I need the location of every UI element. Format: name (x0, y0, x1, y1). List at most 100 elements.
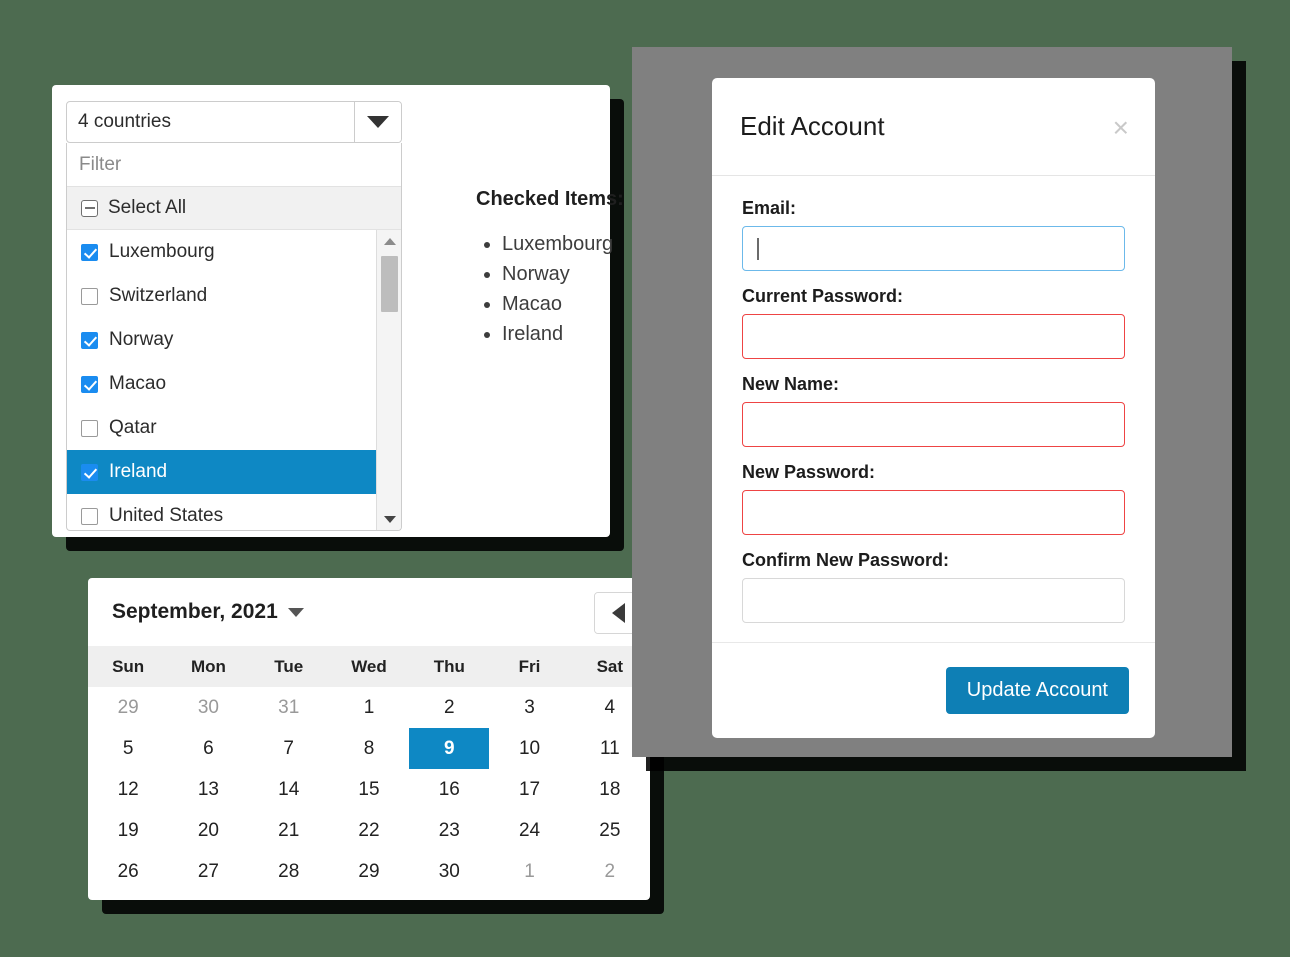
scrollbar-down-button[interactable] (377, 508, 401, 530)
calendar-week-row: 19 20 21 22 23 24 25 (88, 810, 650, 851)
checked-items-section: Checked Items: LuxembourgNorwayMacaoIrel… (476, 188, 656, 349)
calendar-day[interactable]: 29 (329, 851, 409, 892)
calendar-day[interactable]: 10 (489, 728, 569, 769)
calendar-day[interactable]: 22 (329, 810, 409, 851)
multiselect-option[interactable]: Switzerland (67, 274, 378, 318)
checkbox-unchecked-icon[interactable] (81, 507, 98, 525)
calendar-weekday: Thu (433, 656, 465, 676)
modal-footer: Update Account (712, 642, 1155, 738)
modal-header: Edit Account × (712, 78, 1155, 176)
chevron-down-icon (367, 116, 389, 128)
checked-items-list: LuxembourgNorwayMacaoIreland (476, 229, 656, 349)
multiselect-option-label: United States (109, 505, 224, 526)
calendar-day[interactable]: 27 (168, 851, 248, 892)
calendar-day[interactable]: 2 (409, 687, 489, 728)
calendar-day[interactable]: 20 (168, 810, 248, 851)
calendar-day[interactable]: 12 (88, 769, 168, 810)
select-all-checkbox-indeterminate-icon[interactable] (81, 199, 98, 217)
multiselect-options-list: Luxembourg Switzerland Norway Macao Qatar Ire… (67, 230, 401, 530)
multiselect-option[interactable]: Norway (67, 318, 378, 362)
field-input[interactable] (742, 402, 1125, 447)
modal-title: Edit Account (740, 111, 885, 141)
field-input[interactable] (742, 314, 1125, 359)
calendar-title-button[interactable]: September, 2021 (112, 600, 304, 624)
calendar-day[interactable]: 30 (409, 851, 489, 892)
field-label: Confirm New Password: (742, 550, 950, 570)
calendar-day[interactable]: 30 (168, 687, 248, 728)
calendar-weekday: Sun (112, 656, 145, 676)
triangle-left-icon (612, 603, 625, 623)
multiselect-option[interactable]: Qatar (67, 406, 378, 450)
calendar-day[interactable]: 3 (489, 687, 569, 728)
calendar-day[interactable]: 31 (249, 687, 329, 728)
multiselect-option[interactable]: United States (67, 494, 378, 530)
calendar-day[interactable]: 23 (409, 810, 489, 851)
calendar-day[interactable]: 16 (409, 769, 489, 810)
calendar-day[interactable]: 1 (489, 851, 569, 892)
scrollbar-up-button[interactable] (377, 230, 401, 252)
calendar-week-row: 12 13 14 15 16 17 18 (88, 769, 650, 810)
multiselect-option-label: Switzerland (109, 285, 208, 306)
calendar-day[interactable]: 5 (88, 728, 168, 769)
calendar-day[interactable]: 21 (249, 810, 329, 851)
calendar-day[interactable]: 6 (168, 728, 248, 769)
calendar-weekday-row: Sun Mon Tue Wed Thu Fri Sat (88, 646, 650, 687)
calendar-weekday: Mon (190, 656, 226, 676)
update-account-button[interactable]: Update Account (945, 667, 1129, 714)
close-icon[interactable]: × (1113, 114, 1129, 142)
checkbox-checked-icon[interactable] (81, 463, 98, 481)
checked-items-title: Checked Items: (476, 188, 624, 210)
scrollbar-thumb[interactable] (381, 256, 398, 312)
calendar-day[interactable]: 14 (249, 769, 329, 810)
text-cursor-icon (757, 237, 759, 260)
filter-input[interactable]: Filter (67, 143, 401, 187)
calendar-day[interactable]: 7 (249, 728, 329, 769)
multiselect-options: Luxembourg Switzerland Norway Macao Qatar Ire… (67, 230, 378, 530)
field-input[interactable] (742, 578, 1125, 623)
calendar-day[interactable]: 28 (249, 851, 329, 892)
checkbox-checked-icon[interactable] (81, 243, 98, 261)
multiselect-option-label: Ireland (109, 461, 168, 482)
calendar-weekday: Wed (351, 656, 387, 676)
calendar-day[interactable]: 24 (489, 810, 569, 851)
calendar-grid: Sun Mon Tue Wed Thu Fri Sat 29 30 31 1 2 3 4 5 6 7 8 9 10 1… (88, 646, 650, 892)
select-all-label: Select All (108, 197, 187, 218)
multiselect-toggle[interactable]: 4 countries (66, 101, 402, 143)
calendar-day[interactable]: 2 (570, 851, 650, 892)
calendar-week-row: 29 30 31 1 2 3 4 (88, 687, 650, 728)
multiselect-toggle-label: 4 countries (78, 111, 171, 132)
calendar-day[interactable]: 29 (88, 687, 168, 728)
calendar-day[interactable]: 19 (88, 810, 168, 851)
calendar-weeks: 29 30 31 1 2 3 4 5 6 7 8 9 10 11 12 13 14 15 16 17 18 19 20 21 2… (88, 687, 650, 892)
field-input[interactable] (742, 490, 1125, 535)
multiselect-caret-button[interactable] (354, 102, 401, 142)
triangle-up-icon (383, 237, 396, 245)
multiselect-dropdown: Filter Select All Luxembourg Switzerland N… (66, 143, 402, 531)
modal-body: Email: Current Password: New Name: New Pass… (712, 176, 1155, 623)
calendar-week-row: 26 27 28 29 30 1 2 (88, 851, 650, 892)
multiselect-option[interactable]: Luxembourg (67, 230, 378, 274)
calendar-day[interactable]: 25 (570, 810, 650, 851)
field-input[interactable] (742, 226, 1125, 271)
calendar-day[interactable]: 13 (168, 769, 248, 810)
checkbox-checked-icon[interactable] (81, 331, 98, 349)
checkbox-unchecked-icon[interactable] (81, 419, 98, 437)
select-all-row[interactable]: Select All (67, 187, 401, 230)
calendar-day[interactable]: 1 (329, 687, 409, 728)
checkbox-unchecked-icon[interactable] (81, 287, 98, 305)
calendar-day-selected[interactable]: 9 (409, 728, 490, 769)
checkbox-checked-icon[interactable] (81, 375, 98, 393)
calendar-title-label: September, 2021 (112, 600, 278, 623)
calendar-day[interactable]: 17 (489, 769, 569, 810)
calendar-day[interactable]: 15 (329, 769, 409, 810)
calendar-day[interactable]: 18 (570, 769, 650, 810)
calendar-day[interactable]: 26 (88, 851, 168, 892)
calendar-header: September, 2021 (88, 578, 650, 646)
multiselect-option[interactable]: Macao (67, 362, 378, 406)
multiselect-option[interactable]: Ireland (67, 450, 378, 494)
calendar-day[interactable]: 8 (329, 728, 409, 769)
multiselect-option-label: Luxembourg (109, 241, 215, 262)
field-label: Current Password: (742, 286, 904, 306)
calendar-week-row: 5 6 7 8 9 10 11 (88, 728, 650, 769)
options-scrollbar[interactable] (376, 230, 401, 530)
